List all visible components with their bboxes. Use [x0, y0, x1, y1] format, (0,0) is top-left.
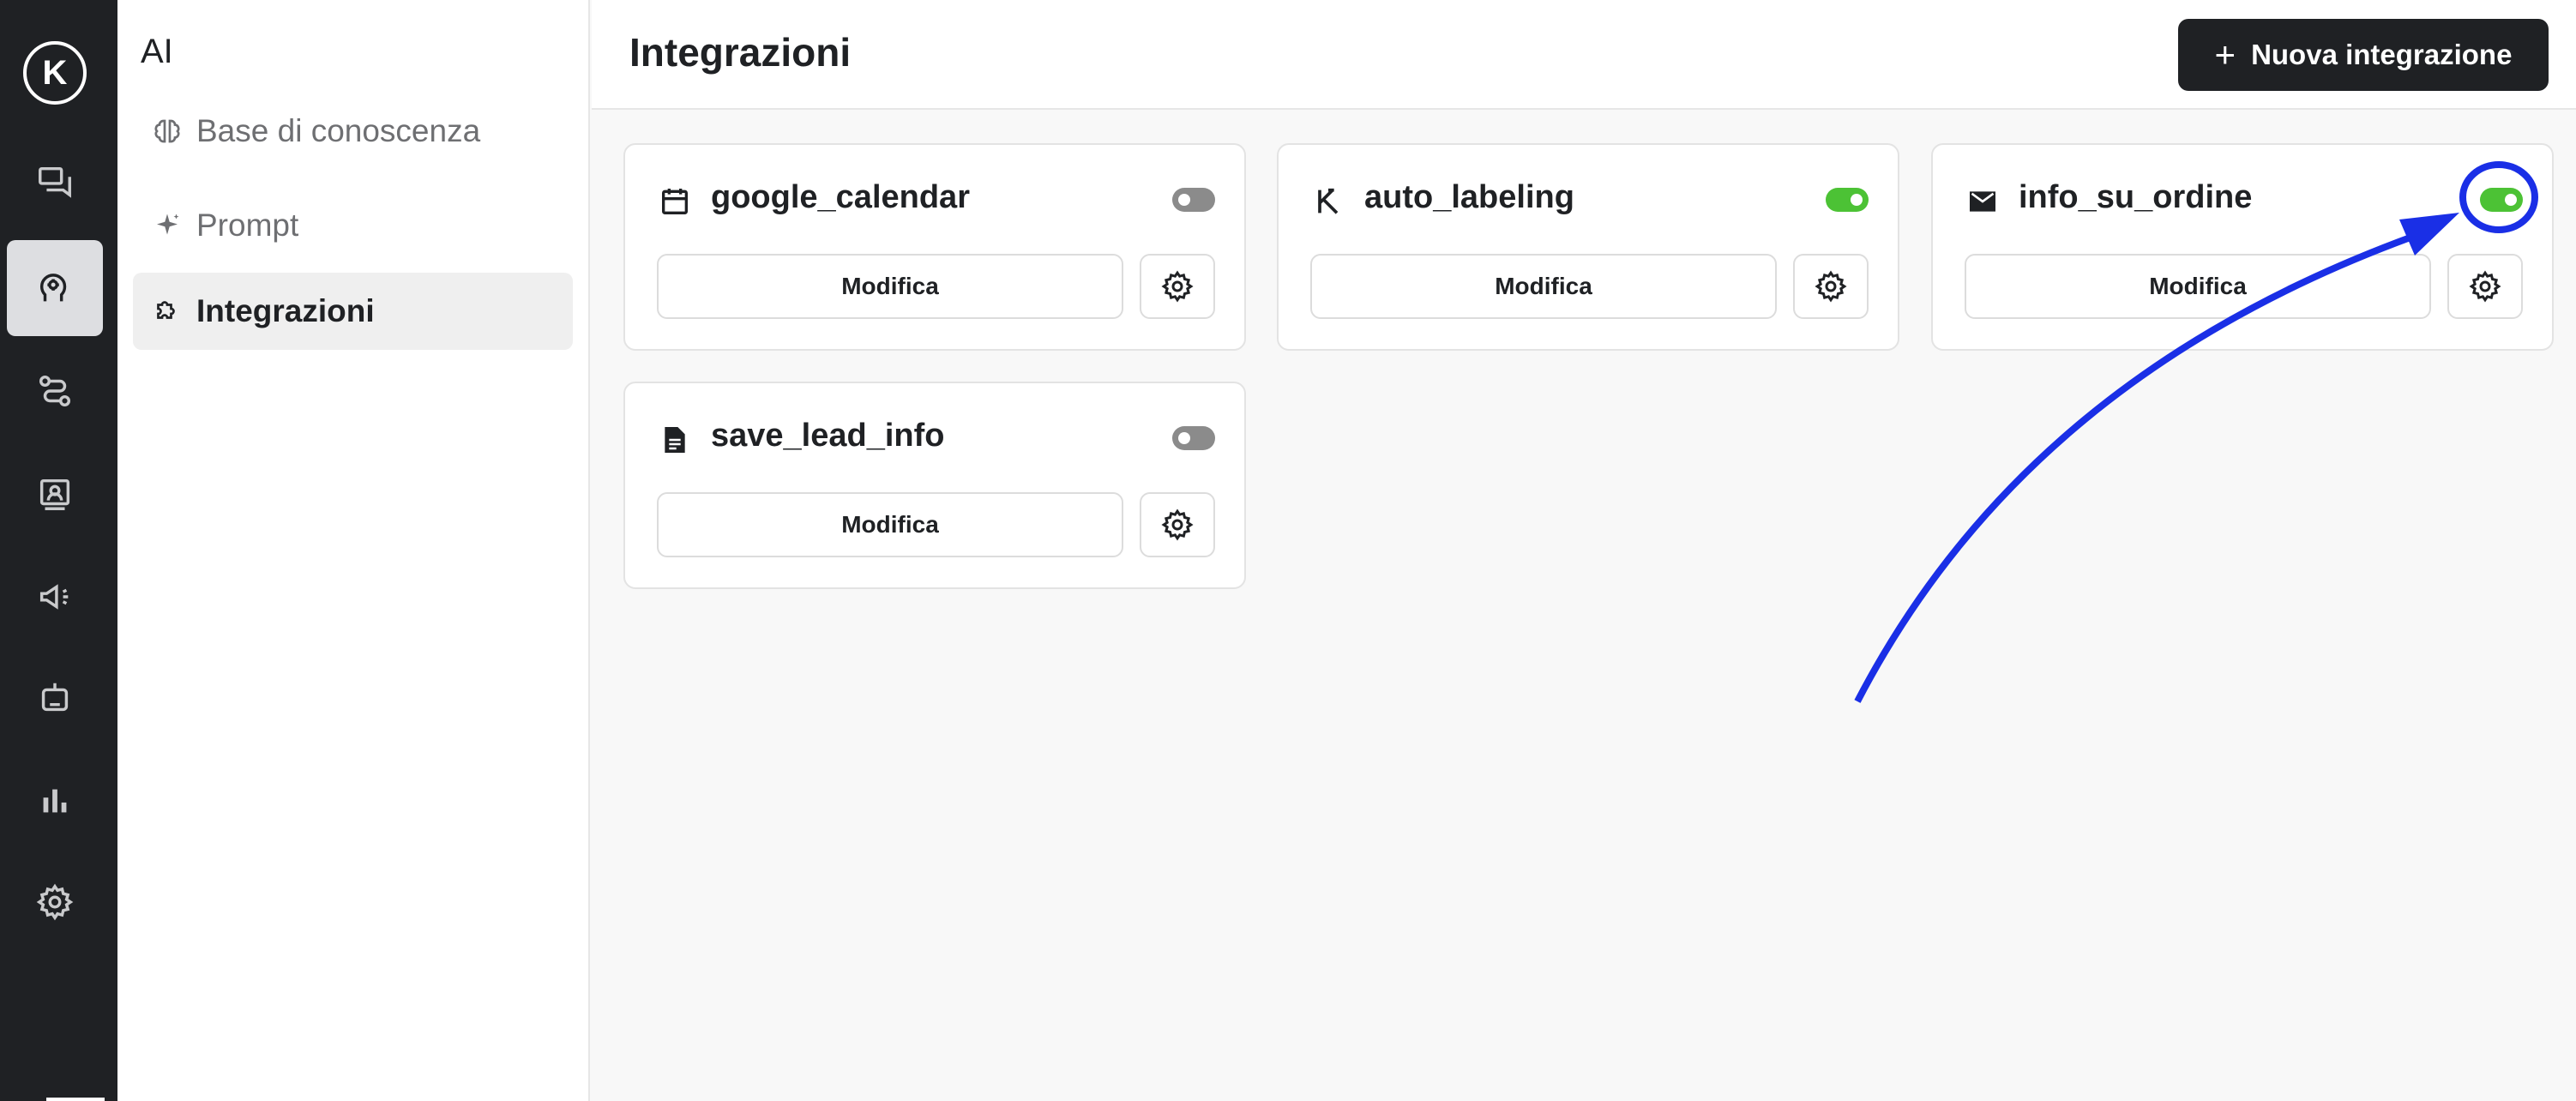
- page-header: Integrazioni + Nuova integrazione: [592, 0, 2576, 110]
- subnav-item-label: Prompt: [196, 208, 299, 243]
- rail-contacts-button[interactable]: [7, 446, 103, 542]
- rail-bottom-indicator: [46, 1098, 105, 1101]
- subnav-item-prompt[interactable]: Prompt: [133, 187, 573, 264]
- ai-head-icon: [40, 274, 67, 302]
- rail-settings-button[interactable]: [7, 854, 103, 950]
- subnav-item-label: Integrazioni: [196, 293, 375, 328]
- toggle-knob: [1851, 194, 1863, 206]
- icon-rail: K: [0, 0, 117, 1101]
- integration-card: google_calendar Modifica: [623, 143, 1246, 351]
- rail-conversations-button[interactable]: [7, 134, 103, 230]
- integration-card: info_su_ordine Modifica: [1931, 143, 2554, 351]
- conversations-icon: [39, 166, 71, 198]
- integration-name: info_su_ordine: [2019, 179, 2253, 215]
- bot-icon: [41, 683, 69, 712]
- document-icon: [656, 421, 694, 459]
- contacts-icon: [39, 478, 70, 510]
- integration-settings-button[interactable]: [1140, 254, 1215, 319]
- page-title: Integrazioni: [629, 30, 852, 75]
- edit-button[interactable]: Modifica: [657, 254, 1123, 319]
- integration-name: save_lead_info: [711, 418, 945, 454]
- routes-icon: [39, 375, 71, 407]
- rail-analytics-button[interactable]: [7, 753, 103, 849]
- subnav-item-knowledge-base[interactable]: Base di conoscenza: [133, 93, 573, 170]
- integration-name: auto_labeling: [1364, 179, 1574, 215]
- subnav-title: AI: [141, 33, 173, 70]
- gear-icon: [1161, 508, 1194, 541]
- toggle-knob: [1178, 194, 1190, 206]
- integration-settings-button[interactable]: [1793, 254, 1869, 319]
- brain-icon: [152, 116, 183, 147]
- gear-icon: [2469, 270, 2501, 303]
- rail-bots-button[interactable]: [7, 650, 103, 746]
- ai-subnav: AI Base di conoscenza Prompt Integrazion…: [117, 0, 590, 1101]
- new-integration-label: Nuova integrazione: [2251, 39, 2513, 70]
- integration-card: save_lead_info Modifica: [623, 382, 1246, 589]
- app-logo[interactable]: K: [23, 41, 87, 105]
- gear-icon: [1161, 270, 1194, 303]
- bar-chart-icon: [43, 789, 67, 813]
- gear-icon: [1815, 270, 1847, 303]
- brand-logo-icon: [1309, 183, 1347, 220]
- integration-name: google_calendar: [711, 179, 970, 215]
- integration-toggle[interactable]: [1826, 188, 1869, 212]
- gear-icon: [36, 883, 74, 921]
- integration-settings-button[interactable]: [2447, 254, 2523, 319]
- integration-toggle[interactable]: [1172, 426, 1215, 450]
- rail-routes-button[interactable]: [7, 343, 103, 439]
- rail-ai-button[interactable]: [7, 240, 103, 336]
- edit-button[interactable]: Modifica: [1965, 254, 2431, 319]
- edit-button[interactable]: Modifica: [657, 492, 1123, 557]
- logo-glyph: K: [42, 53, 68, 92]
- edit-button[interactable]: Modifica: [1310, 254, 1777, 319]
- integration-toggle[interactable]: [1172, 188, 1215, 212]
- integration-toggle[interactable]: [2480, 188, 2523, 212]
- calendar-icon: [656, 183, 694, 220]
- new-integration-button[interactable]: + Nuova integrazione: [2178, 19, 2549, 91]
- plus-icon: +: [2214, 34, 2236, 75]
- rail-campaigns-button[interactable]: [7, 549, 103, 645]
- subnav-item-integrations[interactable]: Integrazioni: [133, 273, 573, 350]
- integration-settings-button[interactable]: [1140, 492, 1215, 557]
- mail-icon: [1964, 183, 2001, 220]
- toggle-knob: [1178, 432, 1190, 444]
- toggle-knob: [2505, 194, 2517, 206]
- subnav-item-label: Base di conoscenza: [196, 113, 481, 148]
- puzzle-icon: [152, 296, 183, 327]
- integration-card: auto_labeling Modifica: [1277, 143, 1899, 351]
- megaphone-icon: [39, 584, 69, 610]
- sparkle-icon: [152, 210, 183, 241]
